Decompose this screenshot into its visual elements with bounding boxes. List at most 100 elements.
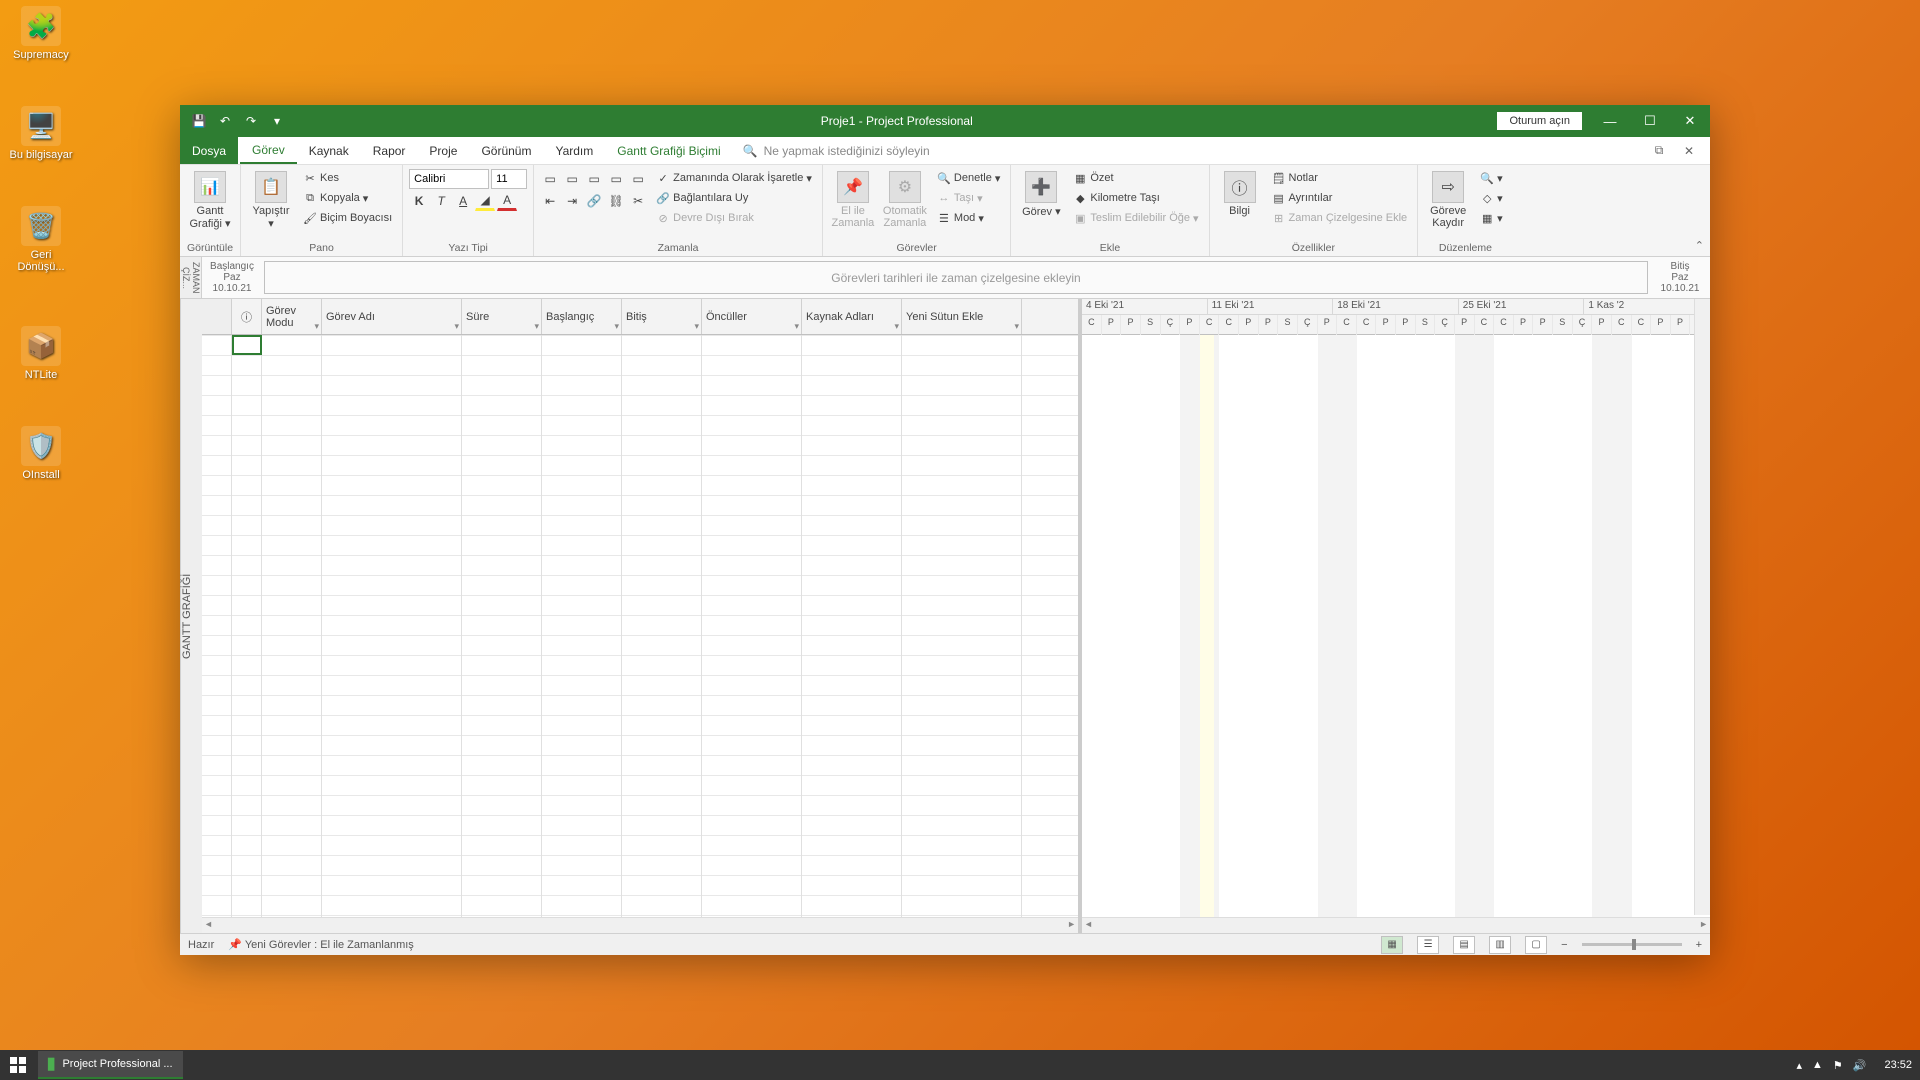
zoom-slider[interactable] [1582,943,1682,946]
pct-50-button[interactable]: ▭ [584,169,604,189]
font-size-input[interactable] [491,169,527,189]
column-header[interactable]: Bitiş▾ [622,299,702,334]
outdent-button[interactable]: ⇤ [540,191,560,211]
gantt-day-label: S [1416,315,1436,335]
tray-volume-icon[interactable]: 🔊 [1853,1059,1867,1072]
tab-file[interactable]: Dosya [180,137,238,164]
desktop-icon[interactable]: 🗑️Geri Dönüşü... [6,206,76,273]
copy-button[interactable]: ⧉Kopyala ▾ [299,189,396,207]
gantt-week-label: 4 Eki '21 [1082,299,1208,314]
details-button[interactable]: ▤Ayrıntılar [1268,189,1412,207]
view-report[interactable]: ▢ [1525,936,1547,954]
respect-links-button[interactable]: 🔗Bağlantılara Uy [652,189,816,207]
undo-button[interactable]: ↶ [214,110,236,132]
redo-button[interactable]: ↷ [240,110,262,132]
notes-button[interactable]: 🗒Notlar [1268,169,1412,187]
signin-button[interactable]: Oturum açın [1497,112,1582,130]
column-header[interactable]: ⓘ [232,299,262,334]
manual-schedule-button[interactable]: 📌 El ile Zamanla [829,169,877,231]
paste-button[interactable]: 📋 Yapıştır ▾ [247,169,295,232]
inspect-button[interactable]: 🔍Denetle ▾ [933,169,1004,187]
view-resource[interactable]: ▥ [1489,936,1511,954]
close-subwindow[interactable]: ✕ [1674,137,1704,164]
column-header[interactable]: Kaynak Adları▾ [802,299,902,334]
save-button[interactable]: 💾 [188,110,210,132]
column-header[interactable]: Görev Modu▾ [262,299,322,334]
font-color-button[interactable]: A [497,191,517,211]
column-header[interactable]: Başlangıç▾ [542,299,622,334]
tab-view[interactable]: Görünüm [469,137,543,164]
view-team[interactable]: ▤ [1453,936,1475,954]
gantt-vscroll[interactable] [1694,299,1710,915]
unlink-button[interactable]: ⛓ [606,191,626,211]
desktop-icon[interactable]: 🧩Supremacy [6,6,76,61]
zoom-in[interactable]: + [1696,939,1702,951]
gantt-chart-button[interactable]: 📊 Gantt Grafiği ▾ [186,169,234,232]
find-button[interactable]: 🔍▾ [1476,169,1507,187]
ribbon-group-editing: ⇨ Göreve Kaydır 🔍▾ ◇▾ ▦▾ Düzenleme [1418,165,1513,256]
column-header[interactable]: Yeni Sütun Ekle▾ [902,299,1022,334]
tray-chevron-icon[interactable]: ▴ [1796,1059,1802,1072]
minimize-button[interactable]: — [1590,105,1630,137]
taskbar-app-project[interactable]: ▊ Project Professional ... [38,1051,183,1079]
qat-customize[interactable]: ▾ [266,110,288,132]
column-header[interactable]: Görev Adı▾ [322,299,462,334]
tab-resource[interactable]: Kaynak [297,137,361,164]
timeline-drop-area[interactable]: Görevleri tarihleri ile zaman çizelgesin… [264,261,1648,294]
mark-ontrack-button[interactable]: ✓Zamanında Olarak İşaretle ▾ [652,169,816,187]
format-painter-button[interactable]: 🖌Biçim Boyacısı [299,209,396,227]
sheet-hscroll[interactable] [202,917,1078,933]
underline-button[interactable]: A [453,191,473,211]
tray-network-icon[interactable]: ▲ [1812,1059,1823,1071]
view-gantt[interactable]: ▦ [1381,936,1403,954]
column-headers: ⓘGörev Modu▾Görev Adı▾Süre▾Başlangıç▾Bit… [202,299,1078,335]
cut-button[interactable]: ✂Kes [299,169,396,187]
tell-me-search[interactable]: 🔍 Ne yapmak istediğinizi söyleyin [733,137,940,164]
gantt-hscroll[interactable] [1082,917,1710,933]
summary-button[interactable]: ▦Özet [1069,169,1202,187]
pct-25-button[interactable]: ▭ [562,169,582,189]
tab-project[interactable]: Proje [417,137,469,164]
fill-color-button[interactable]: ◢ [475,191,495,211]
tray-action-icon[interactable]: ⚑ [1833,1059,1843,1072]
clock[interactable]: 23:52 [1876,1059,1920,1071]
milestone-button[interactable]: ◆Kilometre Taşı [1069,189,1202,207]
tab-task[interactable]: Görev [240,137,297,164]
scroll-to-task-button[interactable]: ⇨ Göreve Kaydır [1424,169,1472,231]
start-button[interactable] [0,1050,36,1080]
system-tray[interactable]: ▴ ▲ ⚑ 🔊 [1786,1059,1876,1072]
clear-button[interactable]: ◇▾ [1476,189,1507,207]
italic-button[interactable]: T [431,191,451,211]
gantt-body[interactable] [1082,335,1710,917]
bold-button[interactable]: K [409,191,429,211]
close-button[interactable]: ✕ [1670,105,1710,137]
mode-button[interactable]: ☰Mod ▾ [933,209,1004,227]
font-name-input[interactable] [409,169,489,189]
grid-body[interactable] [202,335,1078,917]
column-header[interactable] [202,299,232,334]
pct-0-button[interactable]: ▭ [540,169,560,189]
collapse-ribbon[interactable]: ⌃ [1695,239,1704,252]
auto-schedule-button[interactable]: ⚙ Otomatik Zamanla [881,169,929,231]
pct-75-button[interactable]: ▭ [606,169,626,189]
view-usage[interactable]: ☰ [1417,936,1439,954]
zoom-out[interactable]: − [1561,939,1567,951]
desktop-icon[interactable]: 📦NTLite [6,326,76,381]
column-header[interactable]: Öncüller▾ [702,299,802,334]
insert-task-button[interactable]: ➕ Görev ▾ [1017,169,1065,220]
link-button[interactable]: 🔗 [584,191,604,211]
pct-100-button[interactable]: ▭ [628,169,648,189]
desktop-icon[interactable]: 🖥️Bu bilgisayar [6,106,76,161]
fill-button[interactable]: ▦▾ [1476,209,1507,227]
split-button[interactable]: ✂ [628,191,648,211]
column-header[interactable]: Süre▾ [462,299,542,334]
desktop-icon[interactable]: 🛡️OInstall [6,426,76,481]
indent-button[interactable]: ⇥ [562,191,582,211]
information-button[interactable]: ⓘ Bilgi [1216,169,1264,219]
ribbon-display-options[interactable]: ⧉ [1644,137,1674,164]
ribbon-group-insert: ➕ Görev ▾ ▦Özet ◆Kilometre Taşı ▣Teslim … [1011,165,1209,256]
tab-gantt-format[interactable]: Gantt Grafiği Biçimi [605,137,732,164]
tab-help[interactable]: Yardım [543,137,605,164]
tab-report[interactable]: Rapor [361,137,418,164]
maximize-button[interactable]: ☐ [1630,105,1670,137]
